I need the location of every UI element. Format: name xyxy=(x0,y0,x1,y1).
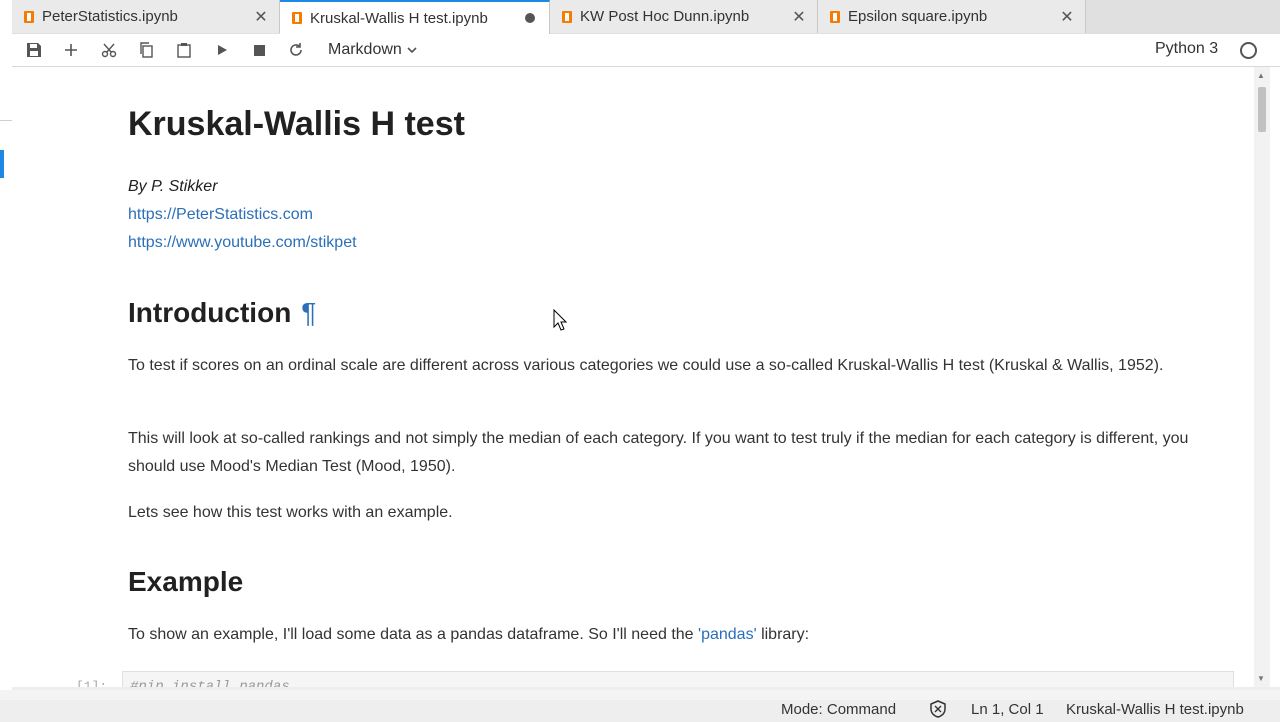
cursor-position[interactable]: Ln 1, Col 1 xyxy=(971,701,1044,718)
vertical-scrollbar[interactable]: ▲ ▼ xyxy=(1254,67,1270,687)
intro-paragraph-3: Lets see how this test works with an exa… xyxy=(128,504,453,521)
mouse-cursor-icon xyxy=(553,309,567,331)
notebook-icon xyxy=(292,12,302,24)
right-margin xyxy=(1270,67,1280,687)
close-icon[interactable]: ✕ xyxy=(1057,7,1077,27)
code-line[interactable]: #pip install pandas xyxy=(130,679,290,687)
example-text: To show an example, I'll load some data … xyxy=(128,626,699,643)
copy-icon[interactable] xyxy=(135,40,157,60)
sidebar-divider xyxy=(0,120,12,121)
notebook-icon xyxy=(562,10,572,23)
unsaved-indicator-icon[interactable] xyxy=(525,13,535,23)
example-heading: Example xyxy=(128,566,244,597)
restart-icon[interactable] xyxy=(285,40,307,60)
status-bar: Mode: Command Ln 1, Col 1 Kruskal-Wallis… xyxy=(0,700,1280,720)
notebook-icon xyxy=(24,10,34,23)
anchor-link-icon[interactable]: ¶ xyxy=(301,297,316,328)
youtube-link[interactable]: https://www.youtube.com/stikpet xyxy=(128,234,357,252)
intro-paragraph-1: To test if scores on an ordinal scale ar… xyxy=(128,357,1164,374)
execution-count: [1]: xyxy=(76,679,108,687)
author-byline: By P. Stikker xyxy=(128,178,218,195)
paste-icon[interactable] xyxy=(173,40,195,60)
pandas-link[interactable]: 'pandas' xyxy=(698,626,757,643)
chevron-down-icon xyxy=(407,47,417,54)
tab-kruskal-wallis[interactable]: Kruskal-Wallis H test.ipynb xyxy=(280,0,550,34)
tab-kw-post-hoc-dunn[interactable]: KW Post Hoc Dunn.ipynb ✕ xyxy=(550,0,818,33)
stop-icon[interactable] xyxy=(248,40,270,60)
tab-label: KW Post Hoc Dunn.ipynb xyxy=(580,8,750,25)
cell-type-label: Markdown xyxy=(328,41,402,58)
tab-epsilon-square[interactable]: Epsilon square.ipynb ✕ xyxy=(818,0,1086,33)
left-sidebar-strip xyxy=(0,0,12,700)
kernel-status-icon xyxy=(1240,42,1257,59)
tab-peterstatistics[interactable]: PeterStatistics.ipynb ✕ xyxy=(12,0,280,33)
tab-label: PeterStatistics.ipynb xyxy=(42,8,178,25)
scrollbar-thumb[interactable] xyxy=(1258,87,1266,132)
cell-type-dropdown[interactable]: Markdown xyxy=(328,40,418,60)
website-link[interactable]: https://PeterStatistics.com xyxy=(128,206,313,224)
kernel-name[interactable]: Python 3 xyxy=(1155,40,1218,58)
introduction-heading: Introduction ¶ xyxy=(128,297,316,329)
example-paragraph: To show an example, I'll load some data … xyxy=(128,621,1200,649)
notebook-panel[interactable]: Kruskal-Wallis H test By P. Stikker http… xyxy=(12,67,1254,687)
sidebar-active-indicator[interactable] xyxy=(0,150,4,178)
heading-text: Introduction xyxy=(128,297,292,328)
close-icon[interactable]: ✕ xyxy=(789,7,809,27)
notebook-toolbar: Markdown Python 3 xyxy=(12,34,1280,67)
add-cell-icon[interactable] xyxy=(60,40,82,60)
tab-bar: PeterStatistics.ipynb ✕ Kruskal-Wallis H… xyxy=(12,0,1280,34)
close-icon[interactable]: ✕ xyxy=(251,7,271,27)
scroll-up-icon[interactable]: ▲ xyxy=(1257,71,1265,80)
scroll-down-icon[interactable]: ▼ xyxy=(1257,674,1265,683)
shield-icon[interactable] xyxy=(929,700,947,722)
notebook-icon xyxy=(830,10,840,23)
run-icon[interactable] xyxy=(211,40,233,60)
mode-indicator[interactable]: Mode: Command xyxy=(781,701,896,718)
status-bar-divider xyxy=(0,690,1280,700)
cut-icon[interactable] xyxy=(98,40,120,60)
example-text-end: library: xyxy=(756,626,810,643)
current-file-name: Kruskal-Wallis H test.ipynb xyxy=(1066,701,1244,718)
tab-label: Kruskal-Wallis H test.ipynb xyxy=(310,9,488,27)
intro-paragraph-2: This will look at so-called rankings and… xyxy=(128,430,1189,475)
tab-label: Epsilon square.ipynb xyxy=(848,8,988,25)
save-icon[interactable] xyxy=(23,40,45,60)
page-title: Kruskal-Wallis H test xyxy=(128,105,465,143)
